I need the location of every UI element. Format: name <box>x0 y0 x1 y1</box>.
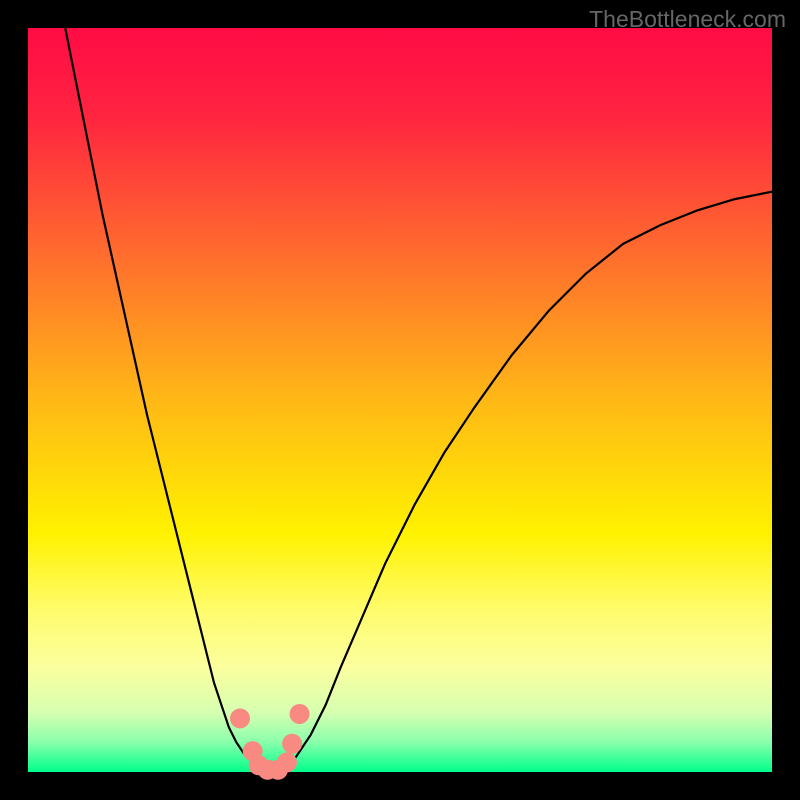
bottleneck-chart <box>0 0 800 800</box>
trough-dot <box>230 708 250 728</box>
trough-dot <box>282 734 302 754</box>
watermark-text: TheBottleneck.com <box>589 6 786 33</box>
plot-area <box>28 28 772 772</box>
trough-dot <box>290 704 310 724</box>
chart-container: { "watermark": "TheBottleneck.com", "cha… <box>0 0 800 800</box>
trough-dot <box>277 752 297 772</box>
